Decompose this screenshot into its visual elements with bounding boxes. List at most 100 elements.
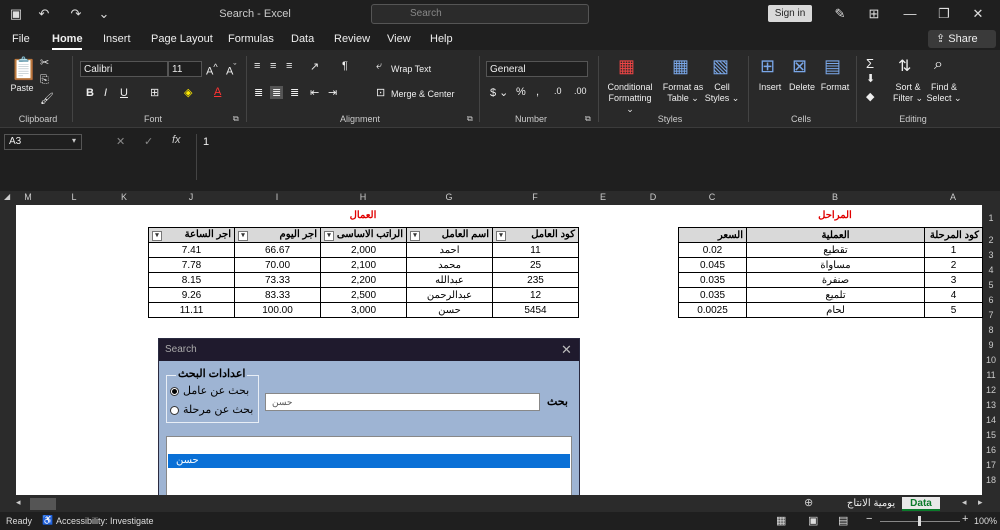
number-dialog-launcher-icon[interactable]: ⧉ xyxy=(585,114,591,124)
align-bottom-icon[interactable]: ≡ xyxy=(286,60,292,72)
increase-decimal-icon[interactable]: .0 xyxy=(554,86,562,96)
table-cell[interactable]: 2,100 xyxy=(320,257,407,273)
zoom-slider-thumb[interactable] xyxy=(918,516,921,526)
menu-data[interactable]: Data xyxy=(291,33,314,45)
column-header-cell[interactable]: كود المرحلة xyxy=(924,227,983,243)
wrap-text-icon[interactable]: ⤶ xyxy=(376,60,382,73)
cancel-entry-icon[interactable]: ✕ xyxy=(116,135,125,148)
radio-search-stage[interactable] xyxy=(170,406,179,415)
find-select-button[interactable]: Find & Select ⌄ xyxy=(924,82,964,104)
insert-cells-icon[interactable]: ⊞ xyxy=(760,56,775,77)
underline-icon[interactable]: U xyxy=(120,87,128,99)
find-select-icon[interactable]: ⌕ xyxy=(934,56,943,74)
row-header[interactable]: 16 xyxy=(982,445,1000,455)
column-header[interactable]: H xyxy=(320,192,406,202)
table-cell[interactable]: 2,500 xyxy=(320,287,407,303)
filter-dropdown-icon[interactable]: ▾ xyxy=(410,231,420,241)
format-as-table-icon[interactable]: ▦ xyxy=(672,56,689,77)
table-cell[interactable]: 7.78 xyxy=(148,257,235,273)
table-cell[interactable]: 0.035 xyxy=(678,272,747,288)
table-cell[interactable]: 7.41 xyxy=(148,242,235,258)
insert-cells-button[interactable]: Insert xyxy=(754,82,786,93)
menu-file[interactable]: File xyxy=(12,33,30,45)
merge-center-button[interactable]: Merge & Center xyxy=(391,89,455,100)
table-cell[interactable]: 11 xyxy=(492,242,579,258)
bold-icon[interactable]: B xyxy=(86,87,94,99)
ribbon-display-icon[interactable]: ⊞ xyxy=(866,6,882,22)
filter-dropdown-icon[interactable]: ▾ xyxy=(496,231,506,241)
table-cell[interactable]: 0.02 xyxy=(678,242,747,258)
delete-cells-button[interactable]: Delete xyxy=(786,82,818,93)
cell-styles-button[interactable]: Cell Styles ⌄ xyxy=(704,82,740,104)
tab-scroll-left-icon[interactable]: ◂ xyxy=(962,497,967,508)
format-painter-icon[interactable]: 🖌 xyxy=(40,92,54,105)
table-cell[interactable]: 2,000 xyxy=(320,242,407,258)
row-header[interactable]: 15 xyxy=(982,430,1000,440)
tab-scroll-right-icon[interactable]: ▸ xyxy=(978,497,983,508)
align-center-icon[interactable]: ≣ xyxy=(270,86,284,99)
row-header[interactable]: 11 xyxy=(982,370,1000,380)
table-cell[interactable]: 25 xyxy=(492,257,579,273)
table-cell[interactable]: 2 xyxy=(924,257,983,273)
number-format-select[interactable]: General xyxy=(486,61,588,77)
table-cell[interactable]: 100.00 xyxy=(234,302,321,318)
scroll-left-arrow-icon[interactable]: ◂ xyxy=(16,497,21,508)
clear-icon[interactable]: ◆ xyxy=(866,90,874,103)
format-cells-button[interactable]: Format xyxy=(818,82,852,93)
page-layout-view-icon[interactable]: ▣ xyxy=(808,514,818,527)
column-header[interactable]: C xyxy=(678,192,746,202)
decrease-font-icon[interactable]: Aˇ xyxy=(226,62,236,78)
menu-home[interactable]: Home xyxy=(52,33,83,45)
align-left-icon[interactable]: ≣ xyxy=(254,86,263,99)
currency-icon[interactable]: $ ⌄ xyxy=(490,86,508,99)
row-header[interactable]: 1 xyxy=(982,213,1000,223)
radio-search-worker-label[interactable]: بحث عن عامل xyxy=(183,384,249,397)
align-right-icon[interactable]: ≣ xyxy=(290,86,299,99)
increase-indent-icon[interactable]: ⇥ xyxy=(328,86,337,99)
format-as-table-button[interactable]: Format as Table ⌄ xyxy=(660,82,706,104)
column-header-cell[interactable]: ▾ الراتب الاساسى xyxy=(320,227,407,243)
decrease-decimal-icon[interactable]: .00 xyxy=(574,86,587,96)
row-header[interactable]: 6 xyxy=(982,295,1000,305)
name-box[interactable]: A3 xyxy=(4,134,82,150)
filter-dropdown-icon[interactable]: ▾ xyxy=(238,231,248,241)
column-header[interactable]: G xyxy=(406,192,492,202)
dialog-close-icon[interactable]: ✕ xyxy=(561,342,572,358)
merge-center-icon[interactable]: ⊡ xyxy=(376,86,385,99)
font-dialog-launcher-icon[interactable]: ⧉ xyxy=(233,114,239,124)
orientation-icon[interactable]: ↗ xyxy=(310,60,319,73)
table-cell[interactable]: 73.33 xyxy=(234,272,321,288)
table-cell[interactable]: لحام xyxy=(746,302,925,318)
row-header[interactable]: 2 xyxy=(982,235,1000,245)
filter-dropdown-icon[interactable]: ▾ xyxy=(152,231,162,241)
search-input[interactable]: حسن xyxy=(265,393,540,411)
row-header[interactable]: 12 xyxy=(982,385,1000,395)
autosum-icon[interactable]: Σ xyxy=(866,56,874,71)
row-header[interactable]: 9 xyxy=(982,340,1000,350)
menu-help[interactable]: Help xyxy=(430,33,453,45)
table-cell[interactable]: 5454 xyxy=(492,302,579,318)
copy-icon[interactable]: ⎘ xyxy=(40,74,49,87)
column-header[interactable]: D xyxy=(628,192,678,202)
row-header[interactable]: 3 xyxy=(982,250,1000,260)
paste-icon[interactable]: 📋 xyxy=(10,56,37,82)
row-header[interactable]: 17 xyxy=(982,460,1000,470)
minimize-icon[interactable]: — xyxy=(902,6,918,22)
table-cell[interactable]: 5 xyxy=(924,302,983,318)
column-header-cell[interactable]: ▾ اسم العامل xyxy=(406,227,493,243)
radio-search-worker[interactable] xyxy=(170,387,179,396)
sheet-tab-data[interactable]: Data xyxy=(902,497,940,511)
select-all-icon[interactable]: ◢ xyxy=(4,192,10,201)
alignment-dialog-launcher-icon[interactable]: ⧉ xyxy=(467,114,473,124)
column-header[interactable]: F xyxy=(492,192,578,202)
table-cell[interactable]: 83.33 xyxy=(234,287,321,303)
list-item-selected[interactable]: حسن xyxy=(168,454,570,468)
rtl-direction-icon[interactable]: ¶ xyxy=(342,60,348,72)
close-icon[interactable]: ✕ xyxy=(970,6,986,22)
name-box-dropdown-icon[interactable]: ▾ xyxy=(72,136,76,145)
column-header[interactable]: J xyxy=(148,192,234,202)
undo-icon[interactable]: ↶ xyxy=(36,6,52,22)
table-cell[interactable]: مساواة xyxy=(746,257,925,273)
pen-icon[interactable]: ✎ xyxy=(832,6,848,22)
column-header-cell[interactable]: ▾ كود العامل xyxy=(492,227,579,243)
